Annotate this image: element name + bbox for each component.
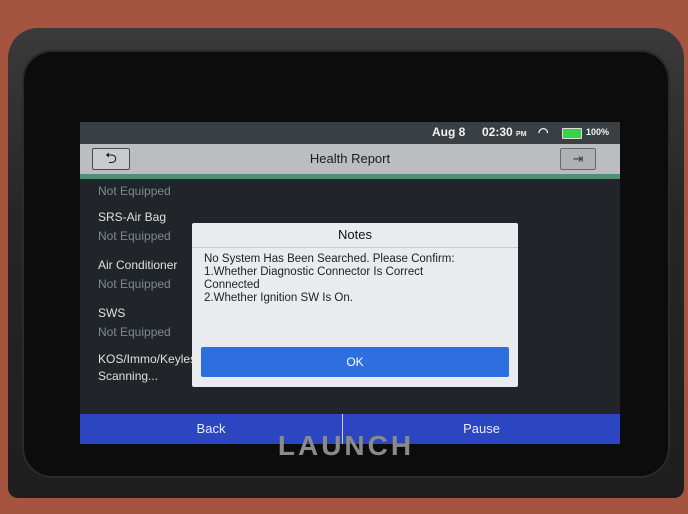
dialog-line: Connected [204,279,260,291]
status-time-value: 02:30 [482,125,513,139]
notes-dialog: Notes No System Has Been Searched. Pleas… [192,223,518,387]
tablet-screen: Aug 8 02:30 PM ◠ 100% ⮌ Health Report ⇥ … [80,122,620,444]
dialog-title: Notes [192,223,518,248]
status-time: 02:30 PM [482,125,527,139]
status-date: Aug 8 [432,125,466,139]
wifi-icon: ◠ [538,125,549,139]
dialog-line: No System Has Been Searched. Please Conf… [204,253,455,265]
brand-logo: LAUNCH [277,430,415,461]
dialog-message: No System Has Been Searched. Please Conf… [192,248,518,305]
status-ampm: PM [516,131,527,138]
battery-percent: 100% [586,127,610,137]
ok-button[interactable]: OK [201,347,509,377]
status-bar: Aug 8 02:30 PM ◠ 100% [80,122,620,144]
scan-tool-device: Aug 8 02:30 PM ◠ 100% ⮌ Health Report ⇥ … [8,28,684,498]
battery-icon [562,128,582,139]
dialog-line: 1.Whether Diagnostic Connector Is Correc… [204,266,424,278]
dialog-line: 2.Whether Ignition SW Is On. [204,292,353,304]
